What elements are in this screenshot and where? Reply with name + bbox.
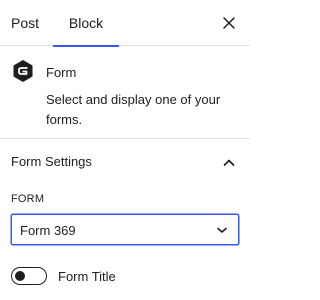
form-title-toggle[interactable] — [11, 267, 47, 285]
close-button[interactable] — [217, 11, 241, 35]
form-select-label: FORM — [11, 193, 45, 205]
form-title-toggle-row: Form Title — [11, 265, 239, 287]
gravity-forms-icon — [11, 59, 35, 83]
panel-title: Form Settings — [11, 154, 92, 169]
chevron-down-icon — [212, 220, 232, 240]
form-select-value: Form 369 — [20, 223, 76, 238]
sidebar-tabs: Post Block — [0, 0, 250, 47]
toggle-knob — [15, 271, 25, 281]
form-select[interactable]: Form 369 — [11, 214, 239, 245]
chevron-up-icon — [217, 151, 241, 175]
block-card: Form Select and display one of your form… — [0, 47, 250, 139]
block-description: Select and display one of your forms. — [46, 92, 221, 127]
close-icon — [223, 17, 235, 29]
form-settings-toggle[interactable]: Form Settings — [0, 140, 250, 184]
block-title: Form — [46, 65, 77, 80]
block-settings-sidebar: Post Block Form Select and display one o… — [0, 0, 250, 300]
tab-post[interactable]: Post — [11, 0, 39, 46]
tab-block[interactable]: Block — [53, 0, 119, 47]
form-title-label: Form Title — [58, 269, 116, 284]
